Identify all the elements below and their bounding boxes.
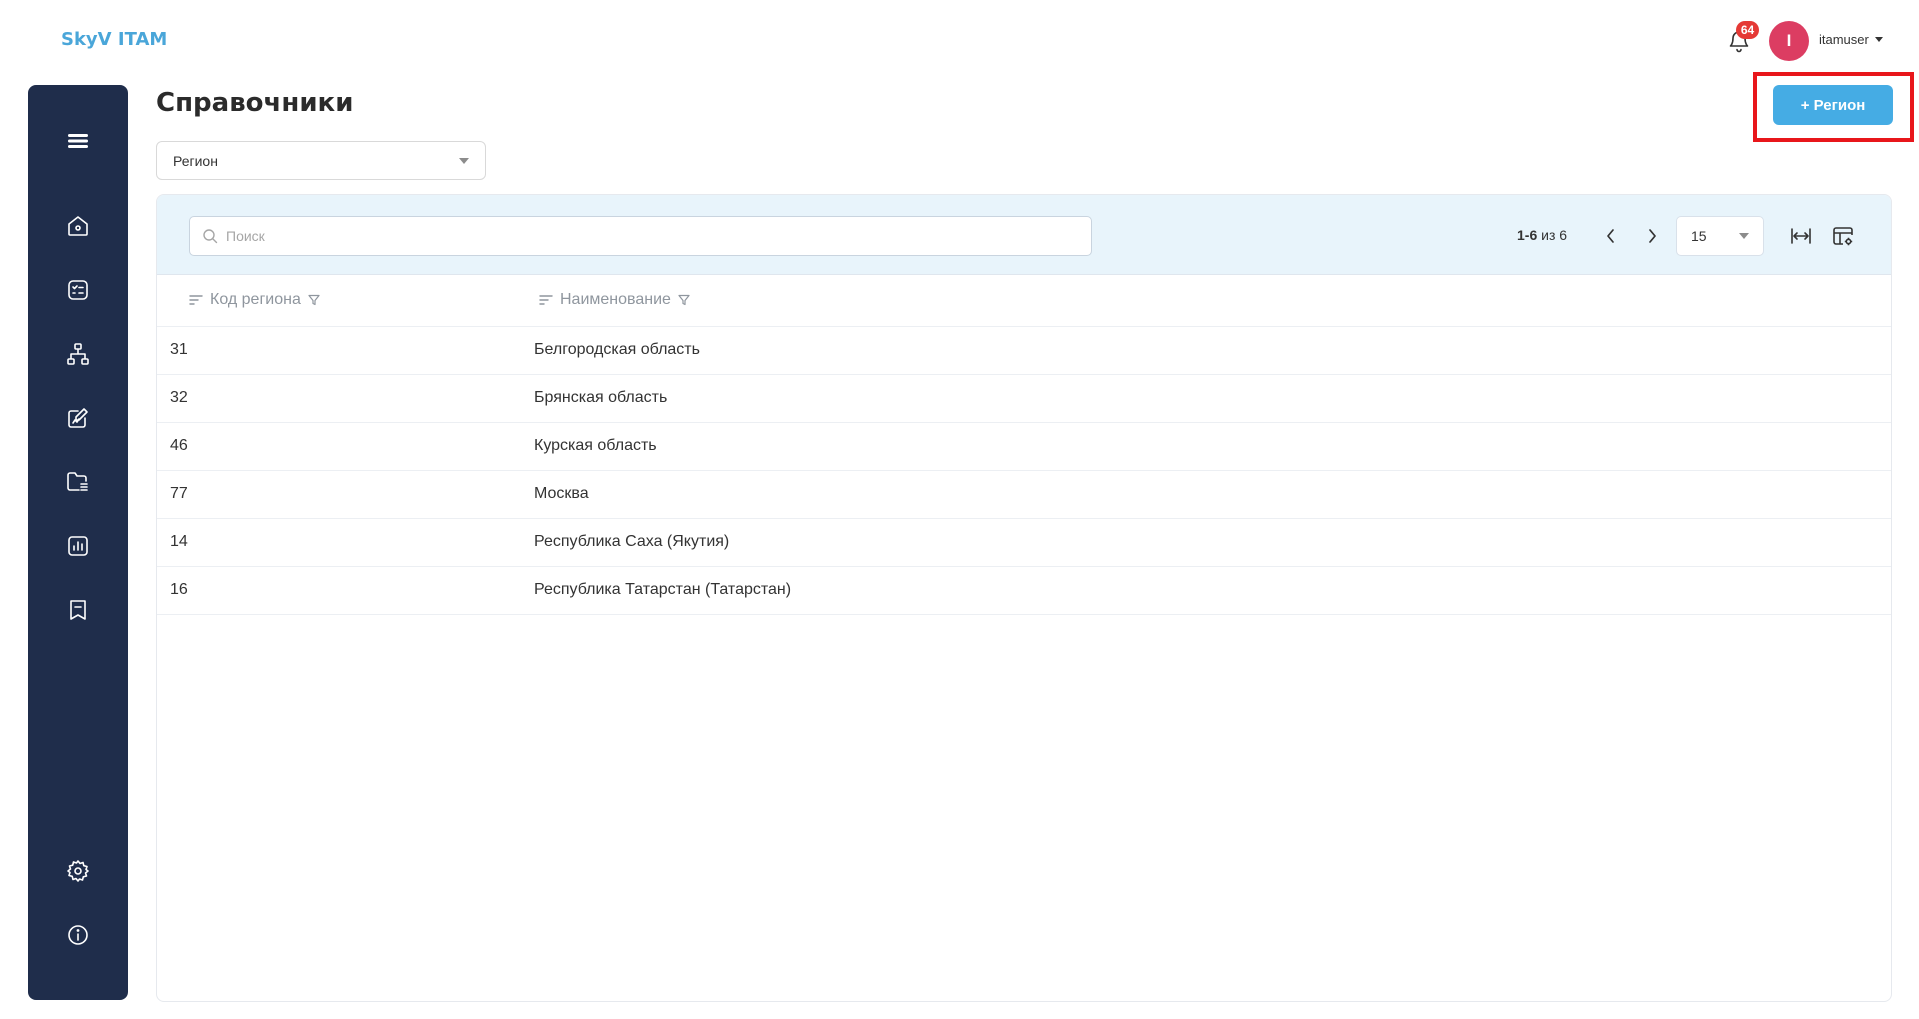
sidebar-item-reports[interactable] xyxy=(58,526,98,566)
dictionary-select[interactable]: Регион xyxy=(156,141,486,180)
highlight-frame xyxy=(1753,72,1914,142)
filter-icon xyxy=(308,294,320,306)
filter-icon xyxy=(678,294,690,306)
cell-code: 31 xyxy=(170,341,188,358)
table-row[interactable]: 16 Республика Татарстан (Татарстан) xyxy=(157,567,1891,615)
column-width-icon xyxy=(1791,228,1811,244)
sidebar-item-structure[interactable] xyxy=(58,334,98,374)
page-title: Справочники xyxy=(156,88,354,118)
app-logo[interactable]: SkyV ITAM xyxy=(61,29,167,50)
home-icon xyxy=(68,216,88,236)
table-settings-button[interactable] xyxy=(1829,222,1857,250)
cell-name: Брянская область xyxy=(534,389,668,406)
chart-icon xyxy=(68,536,88,556)
notifications-badge: 64 xyxy=(1736,21,1759,39)
user-menu[interactable]: itamuser xyxy=(1819,32,1883,47)
sidebar xyxy=(28,85,128,1000)
table-row[interactable]: 32 Брянская область xyxy=(157,375,1891,423)
sidebar-menu-toggle[interactable] xyxy=(58,121,98,161)
table-settings-icon xyxy=(1833,227,1853,246)
checklist-icon xyxy=(68,280,88,300)
chevron-down-icon xyxy=(1874,37,1883,42)
info-icon xyxy=(68,925,88,945)
menu-icon xyxy=(68,134,88,148)
fit-columns-button[interactable] xyxy=(1787,222,1815,250)
user-avatar[interactable]: I xyxy=(1769,21,1809,61)
sidebar-item-documents[interactable] xyxy=(58,462,98,502)
table-panel: 1-6 из 6 15 Код региона xyxy=(156,194,1892,1002)
dictionary-select-value: Регион xyxy=(173,152,218,169)
sidebar-item-tasks[interactable] xyxy=(58,270,98,310)
column-header-label: Наименование xyxy=(560,291,671,308)
gear-icon xyxy=(67,860,89,882)
table-row[interactable]: 77 Москва xyxy=(157,471,1891,519)
cell-name: Республика Саха (Якутия) xyxy=(534,533,730,550)
column-header-name[interactable]: Наименование xyxy=(539,291,690,309)
cell-code: 32 xyxy=(170,389,188,406)
chevron-right-icon xyxy=(1649,229,1656,243)
cell-name: Курская область xyxy=(534,437,657,454)
sidebar-item-settings[interactable] xyxy=(58,851,98,891)
sidebar-item-home[interactable] xyxy=(58,206,98,246)
cell-code: 46 xyxy=(170,437,188,454)
search-field[interactable] xyxy=(189,216,1092,256)
app-page: SkyV ITAM 64 I itamuser Справочники Реги… xyxy=(0,0,1919,1019)
column-header-label: Код региона xyxy=(210,291,301,308)
table-row[interactable]: 14 Республика Саха (Якутия) xyxy=(157,519,1891,567)
page-size-select[interactable]: 15 xyxy=(1676,216,1764,256)
sidebar-item-requests[interactable] xyxy=(58,398,98,438)
pagination-info: 1-6 из 6 xyxy=(1517,227,1567,243)
search-input[interactable] xyxy=(226,228,1076,244)
table-header: Код региона Наименование xyxy=(157,275,1891,327)
cell-name: Москва xyxy=(534,485,589,502)
cell-code: 77 xyxy=(170,485,188,502)
sort-icon xyxy=(189,295,203,305)
sidebar-item-about[interactable] xyxy=(58,915,98,955)
page-size-value: 15 xyxy=(1691,228,1707,244)
chevron-left-icon xyxy=(1607,229,1614,243)
pagination-total: из 6 xyxy=(1541,227,1568,243)
next-page-button[interactable] xyxy=(1638,222,1666,250)
pagination-range: 1-6 xyxy=(1517,227,1538,243)
cell-code: 14 xyxy=(170,533,188,550)
cell-name: Республика Татарстан (Татарстан) xyxy=(534,581,792,598)
folder-list-icon xyxy=(67,472,88,491)
chevron-down-icon xyxy=(1739,233,1749,239)
previous-page-button[interactable] xyxy=(1597,222,1625,250)
sidebar-item-catalogs[interactable] xyxy=(58,590,98,630)
cell-code: 16 xyxy=(170,581,188,598)
cell-name: Белгородская область xyxy=(534,341,700,358)
search-icon xyxy=(203,229,218,244)
bookmark-icon xyxy=(70,600,86,620)
chevron-down-icon xyxy=(459,157,469,164)
table-row[interactable]: 31 Белгородская область xyxy=(157,327,1891,375)
network-icon xyxy=(67,343,89,365)
table-row[interactable]: 46 Курская область xyxy=(157,423,1891,471)
edit-document-icon xyxy=(68,408,88,428)
column-header-code[interactable]: Код региона xyxy=(189,291,320,309)
sort-icon xyxy=(539,295,553,305)
username-label: itamuser xyxy=(1819,32,1869,47)
table-toolbar: 1-6 из 6 15 xyxy=(157,195,1891,275)
